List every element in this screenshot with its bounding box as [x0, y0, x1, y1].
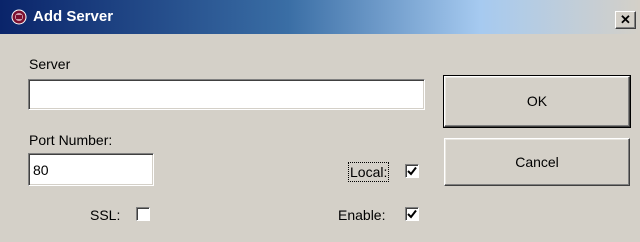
cancel-button[interactable]: Cancel [444, 138, 630, 186]
close-button[interactable]: ✕ [615, 11, 636, 29]
ok-button[interactable]: OK [443, 75, 631, 128]
server-label: Server [29, 56, 71, 72]
server-input[interactable] [28, 79, 425, 110]
enable-checkbox[interactable] [405, 207, 419, 221]
ok-button-label: OK [526, 93, 548, 109]
app-logo-icon [11, 9, 27, 25]
port-number-label: Port Number: [29, 132, 113, 148]
enable-label: Enable: [338, 207, 386, 223]
close-icon: ✕ [620, 12, 631, 27]
local-label: Local: [347, 162, 390, 182]
port-number-input[interactable] [28, 153, 154, 186]
local-checkbox[interactable] [405, 164, 419, 178]
ssl-label: SSL: [90, 207, 121, 223]
checkmark-icon [407, 166, 417, 176]
add-server-dialog: Add Server ✕ Server Port Number: SSL: Lo… [0, 0, 640, 242]
title-bar[interactable]: Add Server ✕ [0, 0, 640, 34]
ssl-checkbox[interactable] [136, 207, 150, 221]
dialog-title: Add Server [33, 8, 114, 25]
cancel-button-label: Cancel [515, 154, 559, 170]
checkmark-icon [407, 209, 417, 219]
